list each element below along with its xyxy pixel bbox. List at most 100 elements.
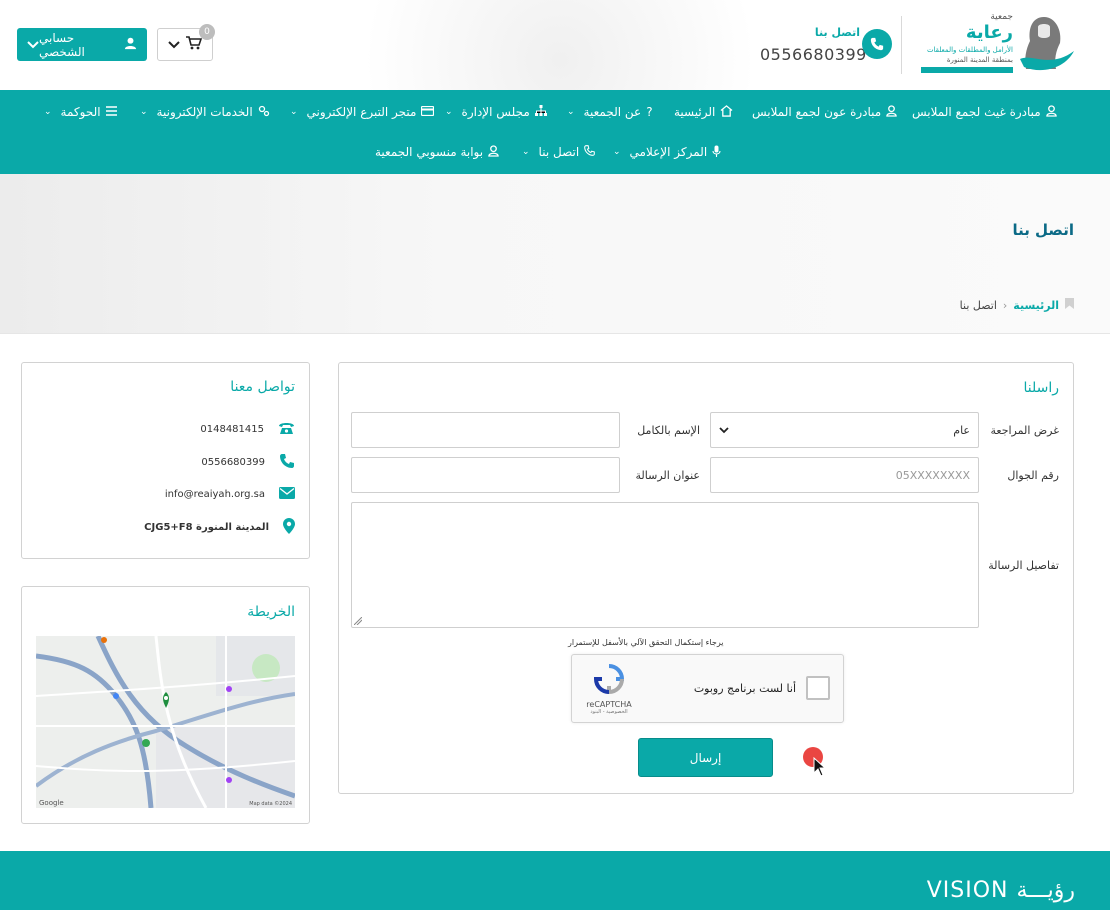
- mouse-cursor-icon: [813, 757, 827, 777]
- my-account-button[interactable]: حسابي الشخصي: [17, 28, 147, 61]
- form-title: راسلنا: [1023, 380, 1059, 396]
- address-row: CJG5+F8 المدينة المنورة: [35, 517, 295, 537]
- breadcrumb-separator: ›: [1002, 298, 1008, 312]
- header-contact: اتصل بنا 0556680399: [760, 26, 866, 64]
- logo-text-main: رعاية: [965, 22, 1013, 43]
- chevron-down-icon: [719, 424, 729, 437]
- nav-label: بوابة منسوبي الجمعية: [375, 145, 484, 159]
- contact-info-card: تواصل معنا 0148481415 0556680399 info@re…: [21, 362, 310, 559]
- nav-item-board[interactable]: ⌄ مجلس الإدارة: [445, 102, 547, 122]
- logo-strip: [921, 67, 1013, 73]
- breadcrumb-home-link[interactable]: الرئيسية: [1013, 299, 1059, 312]
- header-decoration: [300, 0, 820, 90]
- nav-label: الخدمات الإلكترونية: [156, 105, 253, 119]
- chevron-down-icon: [168, 37, 180, 53]
- user-icon: [124, 37, 137, 53]
- card-icon: [421, 105, 435, 119]
- purpose-label: غرض المراجعة: [990, 424, 1059, 437]
- nav-label: مبادرة عون لجمع الملابس: [752, 105, 882, 119]
- recaptcha-label: أنا لست برنامج روبوت: [693, 682, 796, 695]
- user-icon: [886, 104, 897, 120]
- mobile-input[interactable]: 05XXXXXXXX: [710, 457, 979, 493]
- map-attribution: Map data ©2024: [249, 801, 292, 807]
- nav-label: الحوكمة: [60, 105, 101, 119]
- send-button[interactable]: إرسال: [638, 738, 773, 777]
- map-card-title: الخريطة: [247, 604, 295, 620]
- question-icon: ?: [646, 105, 653, 119]
- telephone-icon: [278, 421, 295, 438]
- contact-phone[interactable]: 0556680399: [760, 45, 866, 64]
- chevron-down-icon: ⌄: [445, 107, 453, 117]
- mobile-row: 0556680399: [35, 452, 295, 472]
- chevron-down-icon: ⌄: [567, 107, 575, 117]
- phone-icon: [279, 453, 295, 472]
- mobile-value[interactable]: 0556680399: [201, 457, 265, 468]
- recaptcha-links[interactable]: الخصوصية - البنود: [581, 709, 637, 715]
- main-nav: مبادرة غيث لجمع الملابس مبادرة عون لجمع …: [0, 90, 1110, 174]
- site-logo[interactable]: جمعية رعاية الأرامل والمطلقات والمعلقات …: [916, 10, 1081, 78]
- chevron-down-icon: ⌄: [290, 107, 298, 117]
- nav-item-staff-portal[interactable]: بوابة منسوبي الجمعية: [375, 142, 499, 162]
- chevron-down-icon: ⌄: [613, 147, 621, 157]
- home-icon: [720, 104, 733, 120]
- recaptcha-brand: reCAPTCHA: [586, 700, 632, 709]
- nav-label: المركز الإعلامي: [629, 145, 708, 159]
- nav-item-about[interactable]: ⌄ عن الجمعية ?: [567, 102, 653, 122]
- message-details-label: تفاصيل الرسالة: [988, 559, 1059, 572]
- nav-item-ghaith[interactable]: مبادرة غيث لجمع الملابس: [912, 102, 1057, 122]
- page-title: اتصل بنا: [1012, 221, 1074, 239]
- list-icon: [105, 105, 117, 119]
- full-name-input[interactable]: [351, 412, 620, 448]
- site-footer: VISION رؤيـــة: [0, 851, 1110, 910]
- captcha-note: يرجاء إستكمال التحقق الآلي بالأسفل للإست…: [568, 638, 724, 647]
- logo-text-sub1: الأرامل والمطلقات والمعلقات: [926, 46, 1013, 54]
- nav-label: عن الجمعية: [583, 105, 642, 119]
- mic-icon: [712, 145, 721, 160]
- recaptcha-logo: reCAPTCHA الخصوصية - البنود: [581, 663, 637, 719]
- google-logo: Google: [39, 799, 64, 807]
- page-title-band: اتصل بنا اتصل بنا › الرئيسية: [0, 174, 1110, 334]
- subject-label: عنوان الرسالة: [635, 469, 701, 482]
- nav-label: الرئيسية: [674, 105, 716, 119]
- cart-icon: [186, 35, 203, 54]
- header-divider: [901, 16, 902, 74]
- message-details-textarea[interactable]: [351, 502, 979, 628]
- address-value: CJG5+F8 المدينة المنورة: [144, 521, 269, 533]
- recaptcha-widget: أنا لست برنامج روبوت reCAPTCHA الخصوصية …: [571, 654, 844, 723]
- logo-text-sub2: بمنطقة المدينة المنورة: [946, 56, 1013, 64]
- mobile-label: رقم الجوال: [1007, 469, 1059, 482]
- user-icon: [1045, 104, 1057, 120]
- nav-item-home[interactable]: الرئيسية: [674, 102, 733, 122]
- phone-icon: [862, 29, 892, 59]
- phone-icon: [584, 145, 595, 159]
- recaptcha-checkbox[interactable]: [806, 676, 830, 700]
- nav-item-media[interactable]: ⌄ المركز الإعلامي: [613, 142, 721, 162]
- nav-item-eservices[interactable]: ⌄ الخدمات الإلكترونية: [140, 102, 270, 122]
- user-icon: [488, 144, 499, 160]
- subject-input[interactable]: [351, 457, 620, 493]
- nav-item-contact[interactable]: ⌄ اتصل بنا: [522, 142, 595, 162]
- purpose-select[interactable]: عام: [710, 412, 979, 448]
- contact-card-title: تواصل معنا: [230, 379, 295, 395]
- embedded-map[interactable]: Google Map data ©2024: [36, 636, 295, 808]
- nav-item-store[interactable]: ⌄ متجر التبرع الإلكتروني: [290, 102, 435, 122]
- cart-count-badge: 0: [199, 24, 215, 40]
- bookmark-icon: [1065, 298, 1074, 312]
- chevron-down-icon: ⌄: [140, 107, 148, 117]
- email-value[interactable]: info@reaiyah.org.sa: [165, 489, 265, 500]
- map-pin-icon: [283, 517, 295, 537]
- breadcrumb: اتصل بنا › الرئيسية: [960, 298, 1074, 312]
- resize-handle-icon: [354, 617, 362, 625]
- nav-item-governance[interactable]: ⌄ الحوكمة: [44, 102, 117, 122]
- landline-value[interactable]: 0148481415: [200, 424, 264, 435]
- vision-2030-logo: VISION رؤيـــة: [926, 878, 1075, 903]
- site-header: حسابي الشخصي 0 اتصل بنا 0556680399 جمعية…: [0, 0, 1110, 90]
- nav-label: مجلس الإدارة: [461, 105, 530, 119]
- account-label: حسابي الشخصي: [39, 30, 85, 59]
- nav-label: متجر التبرع الإلكتروني: [306, 105, 417, 119]
- gears-icon: [258, 105, 270, 120]
- nav-item-aoun[interactable]: مبادرة عون لجمع الملابس: [752, 102, 897, 122]
- purpose-value: عام: [953, 423, 970, 437]
- logo-text-top: جمعية: [990, 12, 1013, 22]
- landline-row: 0148481415: [35, 419, 295, 439]
